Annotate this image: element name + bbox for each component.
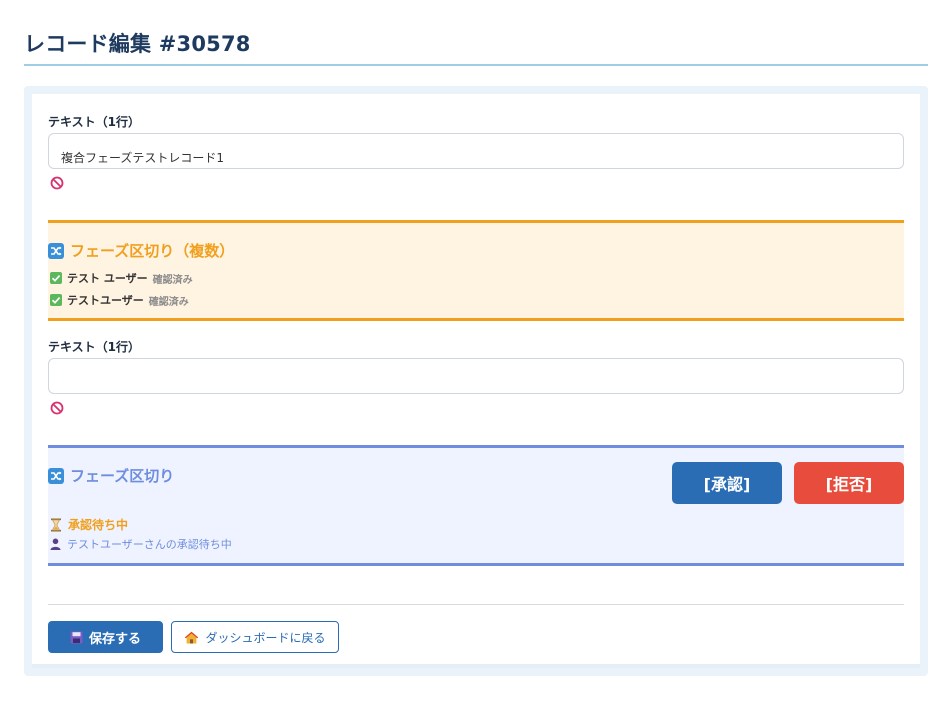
- confirmation-row: テスト ユーザー 確認済み: [50, 270, 193, 286]
- phase-title-single: フェーズ区切り: [48, 465, 174, 486]
- text-input-1[interactable]: 複合フェーズテストレコード1: [48, 133, 904, 169]
- user-icon: [50, 538, 61, 550]
- back-to-dashboard-button[interactable]: ダッシュボードに戻る: [171, 621, 339, 653]
- card-bottom-band: [32, 664, 920, 668]
- waiting-text: テストユーザーさんの承認待ち中: [67, 538, 232, 551]
- approve-button[interactable]: [承認]: [672, 462, 782, 504]
- confirmation-status: 確認済み: [148, 296, 189, 308]
- ban-icon: [50, 176, 64, 190]
- phase-title-text: フェーズ区切り（複数）: [70, 242, 235, 260]
- shuffle-icon: [48, 242, 64, 259]
- form-divider: [48, 604, 904, 605]
- check-icon: [50, 294, 62, 306]
- phase-section-single: フェーズ区切り [承認] [拒否] 承認待ち中 テストユーザーさんの承認待ち中: [48, 445, 904, 566]
- shuffle-icon: [48, 467, 64, 484]
- save-button-label: 保存する: [88, 631, 141, 647]
- pending-label: 承認待ち中: [68, 518, 129, 532]
- text-input-2[interactable]: [48, 358, 904, 394]
- page-title: レコード編集 #30578: [24, 32, 251, 56]
- hourglass-icon: [51, 518, 61, 531]
- field-label-text-1: テキスト（1行）: [48, 115, 140, 129]
- check-icon: [50, 272, 62, 284]
- title-divider: [24, 64, 928, 66]
- floppy-icon: [70, 631, 83, 643]
- pending-status: 承認待ち中: [50, 516, 128, 533]
- confirmation-user: テスト ユーザー: [67, 272, 148, 285]
- ban-icon: [50, 401, 64, 415]
- confirmation-user: テストユーザー: [67, 294, 144, 307]
- back-button-label: ダッシュボードに戻る: [205, 630, 326, 645]
- phase-title-text: フェーズ区切り: [70, 467, 175, 485]
- confirmation-row: テストユーザー 確認済み: [50, 292, 189, 308]
- phase-title-multiple: フェーズ区切り（複数）: [48, 240, 234, 261]
- waiting-status: テストユーザーさんの承認待ち中: [50, 536, 232, 552]
- phase-section-multiple: フェーズ区切り（複数） テスト ユーザー 確認済み テストユーザー 確認済み: [48, 220, 904, 321]
- save-button[interactable]: 保存する: [48, 621, 163, 653]
- reject-button[interactable]: [拒否]: [794, 462, 904, 504]
- confirmation-status: 確認済み: [152, 274, 193, 286]
- field-label-text-2: テキスト（1行）: [48, 340, 140, 354]
- home-icon: [185, 631, 199, 643]
